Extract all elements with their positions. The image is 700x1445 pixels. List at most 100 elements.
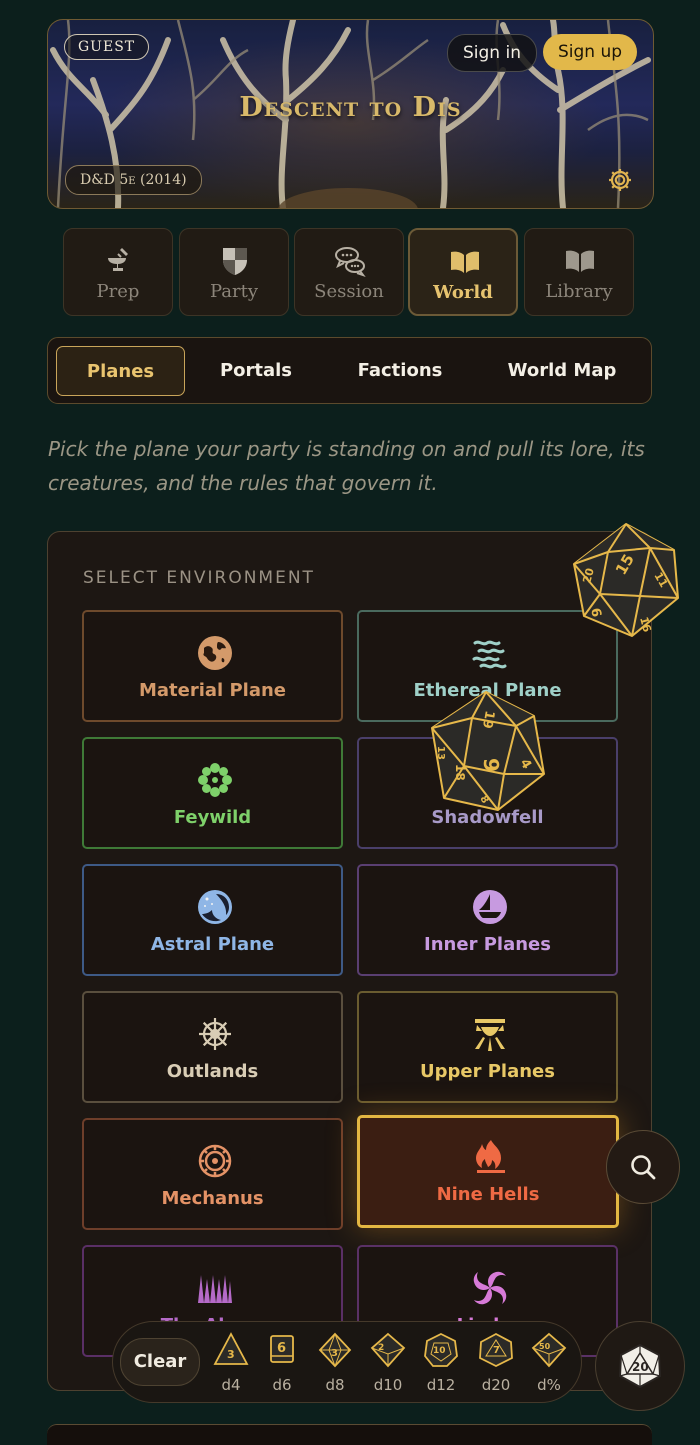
tab-label: Party [209,281,259,302]
env-astral-plane[interactable]: Astral Plane [82,864,343,976]
die-label: d8 [325,1376,345,1394]
subtab-portals[interactable]: Portals [195,346,317,396]
d20-button[interactable]: 7 d20 [475,1332,517,1396]
env-label: Outlands [166,1061,259,1082]
hellfire-icon [476,1140,505,1173]
env-mechanus[interactable]: Mechanus [82,1118,343,1230]
tab-prep[interactable]: Prep [63,228,173,316]
die-face: 16 [637,615,654,633]
d6-button[interactable]: 6 d6 [261,1332,303,1396]
globe-icon [198,636,232,670]
tab-party[interactable]: Party [179,228,289,316]
clear-dice-button[interactable]: Clear [120,1338,200,1386]
die-label: d12 [426,1376,456,1394]
env-material-plane[interactable]: Material Plane [82,610,343,722]
elemental-orb-icon [473,890,507,924]
die-face: 3 [331,1348,338,1359]
die-label: d% [537,1376,561,1394]
subtab-planes[interactable]: Planes [56,346,185,396]
die-face: 7 [493,1345,500,1356]
d20-icon: 7 [479,1332,513,1368]
mist-icon [472,640,507,669]
chat-bubbles-icon [335,247,366,277]
env-label: Feywild [173,807,252,828]
search-button[interactable] [606,1130,680,1204]
d8-icon: 3 [318,1332,352,1368]
dice-tray: Clear 3 d4 6 d6 3 d8 2 d10 10 d12 7 d20 … [112,1321,582,1403]
env-upper-planes[interactable]: Upper Planes [357,991,618,1103]
planes-intro-text: Pick the plane your party is standing on… [48,437,645,495]
die-face: 20 [632,1360,649,1374]
spikes-icon [198,1275,232,1303]
next-section-edge [47,1424,652,1445]
d6-icon: 6 [270,1335,294,1363]
main-tab-bar: Prep Party Session World Library [63,228,638,318]
anvil-icon [108,248,128,271]
die-label: d10 [373,1376,403,1394]
tab-label: Prep [96,281,140,302]
tab-label: World [433,282,493,303]
d8-button[interactable]: 3 d8 [314,1332,356,1396]
die-face: 13 [435,746,446,760]
subtab-world-map[interactable]: World Map [486,346,638,396]
env-label: Mechanus [161,1188,264,1209]
shield-icon [223,248,247,275]
die-face: 50 [539,1342,551,1351]
env-outlands[interactable]: Outlands [82,991,343,1103]
die-face: 2 [378,1343,384,1353]
env-label: Material Plane [138,680,287,701]
open-book-icon [451,251,479,273]
env-label: Inner Planes [424,934,551,955]
flower-icon [198,763,232,797]
starry-moon-icon [198,890,232,924]
die-face: 6 [277,1341,286,1356]
d20-icon: 20 [618,1343,662,1389]
d10-icon: 2 [370,1332,406,1368]
gear-icon[interactable] [607,167,633,193]
d4-button[interactable]: 3 d4 [210,1332,252,1396]
env-label: Upper Planes [420,1061,555,1082]
world-sub-tabs: Planes Portals Factions World Map [47,337,652,404]
campaign-header: GUEST Sign in Sign up Descent to Dis D&D… [47,19,654,209]
wheel-icon [199,1018,231,1050]
book-icon [566,250,594,272]
search-icon [631,1155,656,1180]
tab-world[interactable]: World [408,228,518,316]
panel-heading: SELECT ENVIRONMENT [83,568,315,588]
d4-icon: 3 [213,1332,249,1365]
d12-button[interactable]: 10 d12 [420,1332,462,1396]
d-percent-button[interactable]: 50 d% [528,1332,570,1396]
tab-session[interactable]: Session [294,228,404,316]
sign-in-button[interactable]: Sign in [447,34,537,72]
die-label: d20 [481,1376,511,1394]
d20-die-decoration: 15 11 20 16 9 [573,523,679,637]
die-label: d6 [272,1376,292,1394]
swirl-icon [473,1271,507,1305]
env-nine-hells[interactable]: Nine Hells [357,1115,619,1228]
env-label: Nine Hells [436,1184,540,1205]
env-label: Astral Plane [150,934,275,955]
d20-die-decoration: 19 9 4 18 13 8 [431,691,545,811]
env-inner-planes[interactable]: Inner Planes [357,864,618,976]
gears-icon [198,1144,232,1178]
environment-panel: SELECT ENVIRONMENT Material Plane Ethere… [47,531,652,1391]
die-label: d4 [221,1376,241,1394]
roll-dice-button[interactable]: 20 [595,1321,685,1411]
tab-label: Library [545,281,613,302]
env-feywild[interactable]: Feywild [82,737,343,849]
campaign-title: Descent to Dis [239,92,462,123]
d-percent-icon: 50 [531,1332,567,1368]
tab-library[interactable]: Library [524,228,634,316]
edition-badge[interactable]: D&D 5e (2014) [65,165,202,195]
die-face: 9 [479,758,503,772]
die-face: 10 [433,1346,446,1356]
d10-button[interactable]: 2 d10 [367,1332,409,1396]
d12-icon: 10 [424,1332,458,1367]
die-face: 3 [227,1348,235,1361]
tab-label: Session [314,281,384,302]
sign-up-button[interactable]: Sign up [543,34,637,70]
die-face: 18 [453,764,467,781]
subtab-factions[interactable]: Factions [331,346,469,396]
die-face: 19 [479,709,497,729]
radiant-sun-icon [475,1019,505,1051]
